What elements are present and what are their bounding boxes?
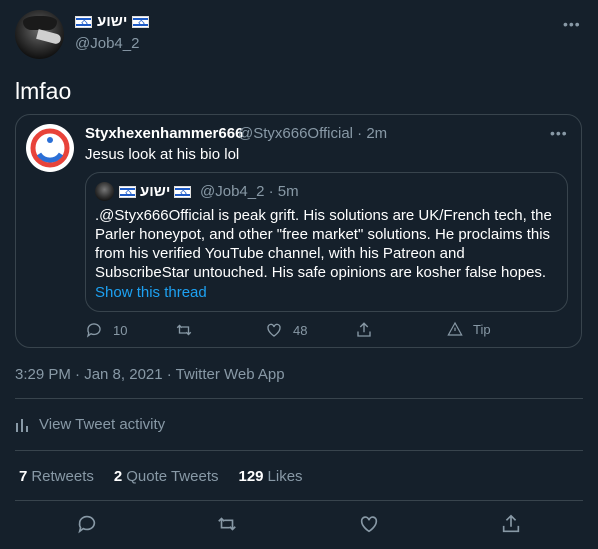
- israel-flag-icon: [119, 185, 136, 198]
- author-handle[interactable]: @Job4_2: [75, 35, 139, 52]
- view-tweet-activity-label: View Tweet activity: [39, 416, 166, 433]
- reply-icon: [86, 323, 101, 338]
- quote-tweets-count: 2: [113, 468, 123, 485]
- quoted-author-name[interactable]: Styxhexenhammer666: [85, 125, 243, 142]
- inner-author-avatar: [95, 182, 114, 201]
- heart-icon: [267, 323, 281, 337]
- retweets-label: Retweets: [31, 468, 94, 485]
- show-thread-link[interactable]: Show this thread: [95, 284, 207, 301]
- israel-flag-icon: [174, 185, 192, 198]
- share-icon: [502, 514, 520, 533]
- divider: [15, 450, 583, 451]
- retweets-stat[interactable]: 7 Retweets: [19, 468, 94, 485]
- quoted-more-options-icon[interactable]: •••: [550, 125, 568, 141]
- tweet-timestamp[interactable]: 3:29 PM · Jan 8, 2021 · Twitter Web App: [15, 366, 285, 383]
- quoted-like-button[interactable]: 48: [265, 321, 307, 339]
- retweet-icon: [176, 324, 192, 336]
- israel-flag-icon: [75, 15, 92, 28]
- author-display-name: ישוע: [97, 13, 128, 30]
- reply-button[interactable]: [76, 513, 98, 537]
- share-icon: [357, 322, 371, 337]
- retweet-button[interactable]: [216, 513, 238, 537]
- retweet-icon: [218, 517, 236, 531]
- divider: [15, 500, 583, 501]
- styx-logo-icon: [30, 128, 70, 168]
- quoted-author-handle[interactable]: @Styx666Official · 2m: [238, 125, 387, 142]
- likes-label: Likes: [267, 468, 303, 485]
- like-count: 48: [293, 322, 308, 338]
- likes-count: 129: [238, 468, 264, 485]
- tweet-stats: 7 Retweets 2 Quote Tweets 129 Likes: [19, 468, 303, 485]
- divider: [15, 398, 583, 399]
- inner-display-name: ישוע: [140, 183, 171, 200]
- quote-tweets-label: Quote Tweets: [126, 468, 219, 485]
- inner-author-handle: @Job4_2 · 5m: [200, 183, 299, 200]
- israel-flag-icon: [132, 15, 150, 28]
- quoted-reply-button[interactable]: 10: [85, 321, 127, 339]
- tip-icon: [447, 321, 463, 336]
- inner-author-name: ישוע: [119, 183, 192, 200]
- reply-icon: [78, 515, 96, 534]
- quoted-action-bar: 10 48 Tip: [85, 321, 505, 341]
- more-options-icon[interactable]: •••: [563, 16, 581, 32]
- author-avatar[interactable]: [15, 10, 64, 59]
- quote-tweets-stat[interactable]: 2 Quote Tweets: [114, 468, 219, 485]
- share-button[interactable]: [500, 513, 522, 537]
- quoted-retweet-button[interactable]: [175, 321, 193, 339]
- author-name[interactable]: ישוע: [75, 13, 150, 30]
- quoted-tip-button[interactable]: Tip: [447, 321, 491, 337]
- view-tweet-activity[interactable]: View Tweet activity: [15, 416, 165, 433]
- tweet-text: lmfao: [15, 78, 72, 104]
- retweets-count: 7: [19, 468, 28, 485]
- quoted-tweet-text: Jesus look at his bio lol: [85, 146, 240, 163]
- tip-label: Tip: [473, 321, 491, 337]
- reply-count: 10: [113, 322, 128, 338]
- inner-tweet-body: .@Styx666Official is peak grift. His sol…: [95, 207, 552, 281]
- likes-stat[interactable]: 129 Likes: [239, 468, 303, 485]
- quoted-share-button[interactable]: [355, 321, 373, 339]
- like-button[interactable]: [358, 513, 380, 537]
- quoted-author-avatar[interactable]: [26, 124, 74, 172]
- analytics-icon: [16, 418, 28, 432]
- heart-icon: [360, 516, 378, 533]
